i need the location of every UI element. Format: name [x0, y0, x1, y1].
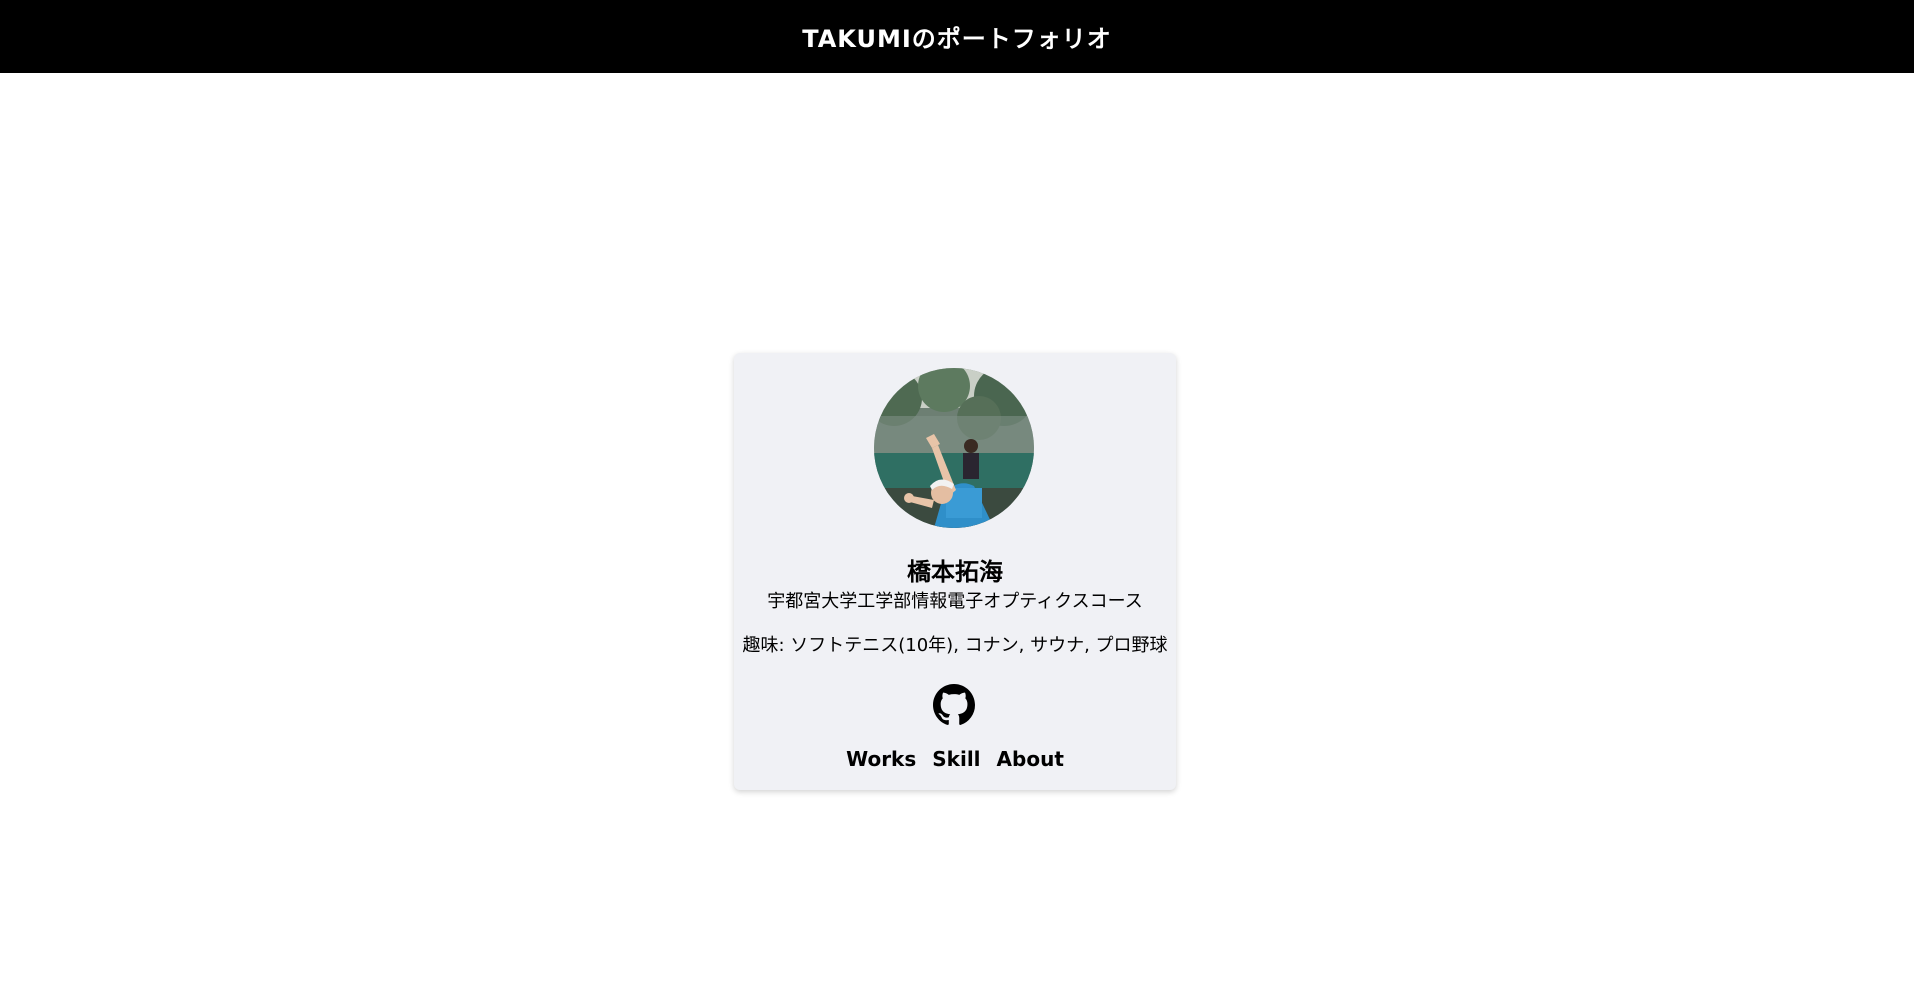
profile-hobbies: 趣味: ソフトテニス(10年), コナン, サウナ, プロ野球	[742, 635, 1168, 656]
profile-affiliation: 宇都宮大学工学部情報電子オプティクスコース	[767, 591, 1143, 612]
site-header: TAKUMIのポートフォリオ	[0, 0, 1914, 73]
site-title: TAKUMIのポートフォリオ	[802, 25, 1112, 53]
nav-link-about[interactable]: About	[997, 747, 1064, 771]
github-link[interactable]	[933, 684, 975, 726]
avatar	[874, 368, 1034, 528]
nav-link-works[interactable]: Works	[846, 747, 916, 771]
profile-card: 橋本拓海 宇都宮大学工学部情報電子オプティクスコース 趣味: ソフトテニス(10…	[734, 353, 1176, 790]
github-icon	[933, 684, 975, 725]
profile-name: 橋本拓海	[907, 558, 1003, 586]
nav-link-skill[interactable]: Skill	[932, 747, 980, 771]
avatar-photo	[874, 368, 1034, 528]
profile-nav: Works Skill About	[734, 747, 1176, 771]
